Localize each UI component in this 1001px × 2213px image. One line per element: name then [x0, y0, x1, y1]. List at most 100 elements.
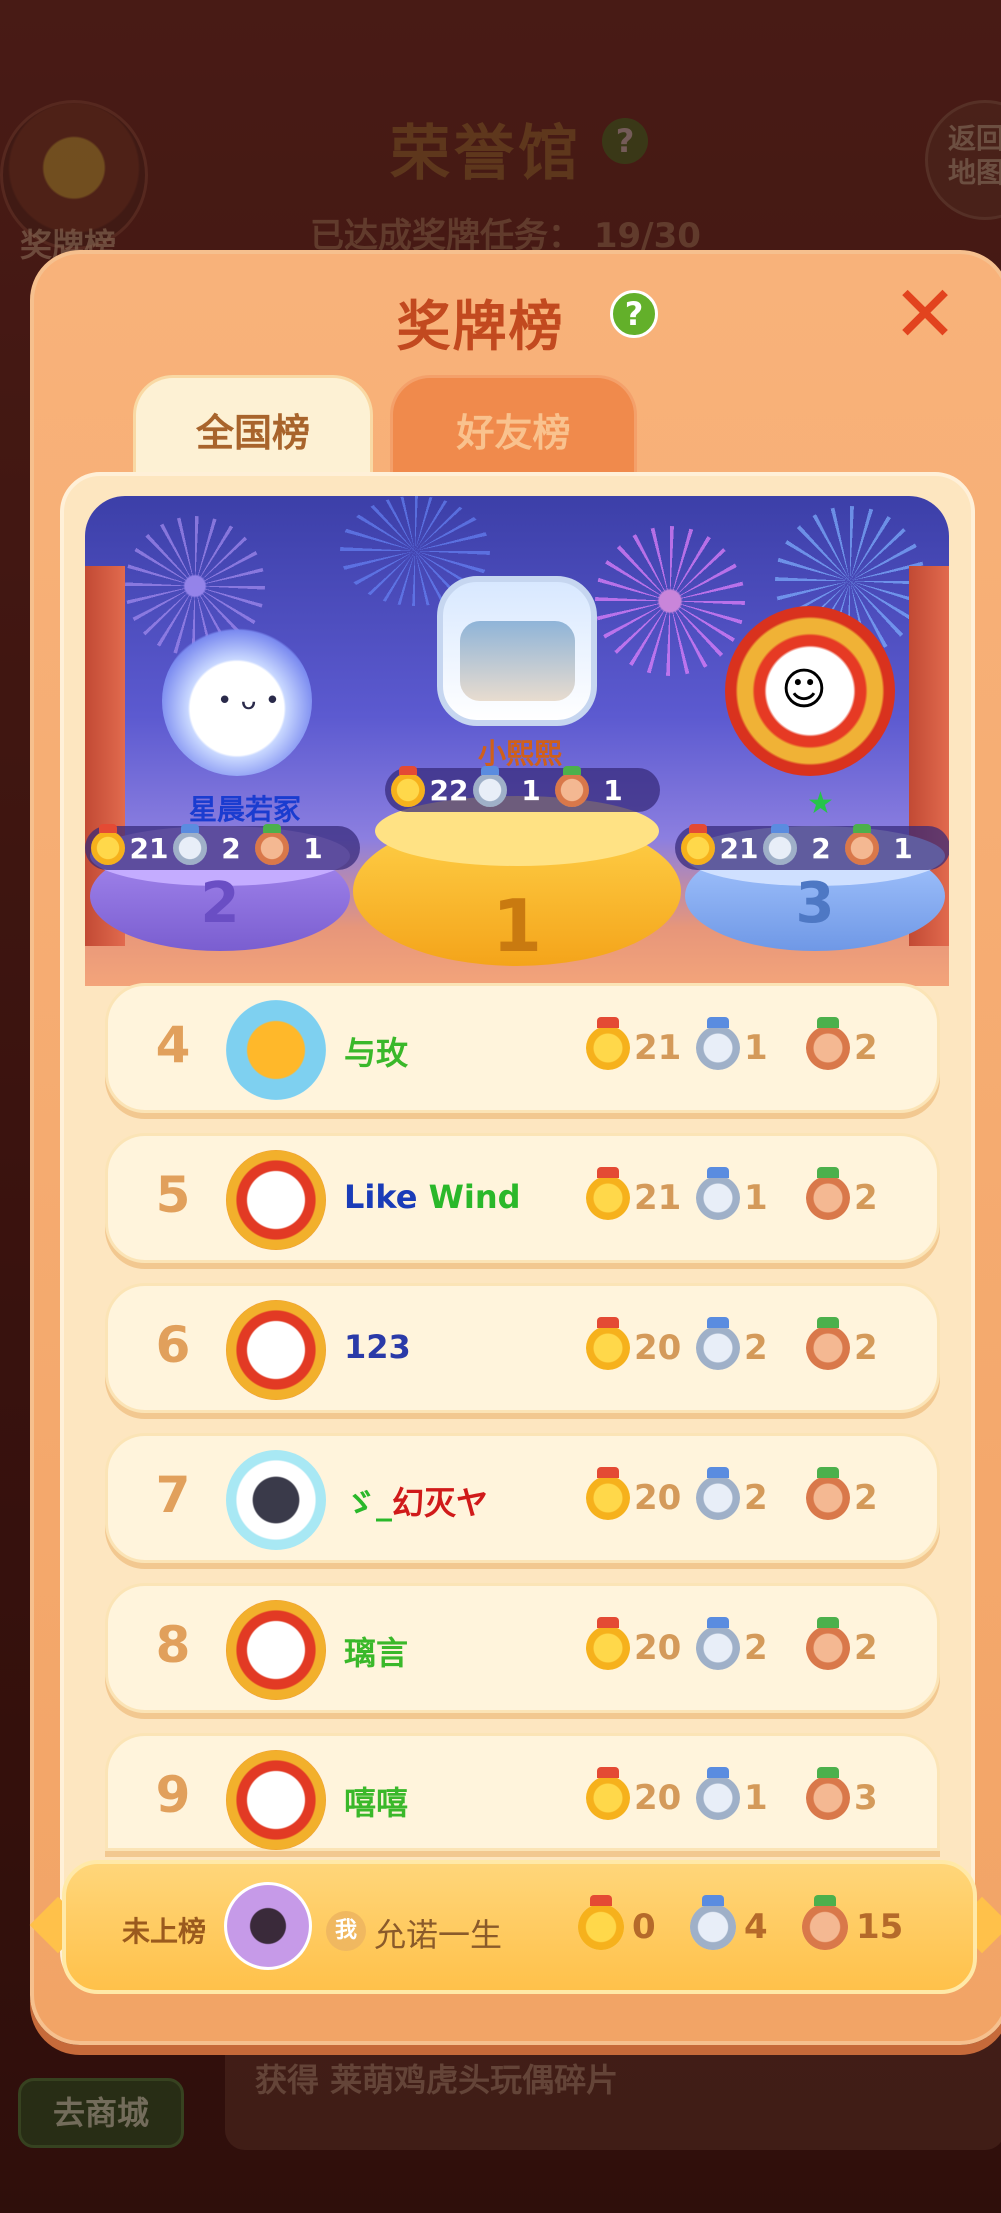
bronze-count: 1 [303, 831, 323, 865]
silver-medal-icon [696, 1317, 740, 1370]
rank-number: 8 [155, 1616, 191, 1674]
rank-number: 9 [155, 1766, 191, 1824]
avatar-rank-2[interactable]: • ᴗ • [162, 626, 312, 776]
gold-count: 21 [634, 1028, 682, 1068]
bronze-medal-icon [845, 824, 879, 865]
player-name: 璃言 [344, 1634, 409, 1672]
silver-count: 2 [221, 831, 241, 865]
bronze-count: 2 [854, 1628, 878, 1668]
bronze-medal-icon [802, 1895, 848, 1950]
gold-count: 21 [129, 831, 169, 865]
avatar[interactable] [226, 1150, 326, 1250]
silver-count: 2 [744, 1478, 768, 1518]
gold-count: 20 [634, 1778, 682, 1818]
silver-medal-icon [763, 824, 797, 865]
podium-name-1: 小熙熙 [477, 737, 562, 770]
firework-decoration [595, 526, 745, 676]
silver-medal-icon [696, 1167, 740, 1220]
my-name: 允诺一生 [374, 1916, 503, 1954]
silver-count: 1 [744, 1778, 768, 1818]
list-item[interactable]: 5 Like Wind 21 1 2 [105, 1133, 940, 1263]
player-name-part: ゞ_ [344, 1484, 393, 1522]
tab-national[interactable]: 全国榜 [133, 375, 373, 475]
star-icon: ★ [807, 786, 834, 821]
medal-counts: 21 1 2 [586, 1167, 916, 1220]
list-item[interactable]: 7 ゞ_幻灭ヤ 20 2 2 [105, 1433, 940, 1563]
my-avatar[interactable] [224, 1882, 312, 1970]
list-item[interactable]: 8 璃言 20 2 2 [105, 1583, 940, 1713]
silver-count: 4 [744, 1907, 768, 1947]
gold-count: 20 [634, 1328, 682, 1368]
avatar[interactable] [226, 1300, 326, 1400]
bronze-count: 1 [603, 773, 623, 807]
avatar[interactable] [226, 1000, 326, 1100]
my-rank-label: 未上榜 [122, 1915, 207, 1948]
silver-medal-icon [696, 1017, 740, 1070]
close-button[interactable]: ✕ [890, 276, 960, 354]
podium: 2 1 3 • ᴗ • ☺ ★ 星晨若冢 小熙熙 21 2 1 22 1 1 2… [85, 496, 949, 986]
silver-count: 2 [744, 1328, 768, 1368]
gold-medal-icon [391, 766, 425, 807]
silver-count: 1 [744, 1178, 768, 1218]
medal-counts: 20 2 2 [586, 1467, 916, 1520]
bronze-count: 2 [854, 1478, 878, 1518]
list-item[interactable]: 9 嘻嘻 20 1 3 [105, 1733, 940, 1851]
bronze-medal-icon [806, 1617, 850, 1670]
bronze-count: 2 [854, 1328, 878, 1368]
avatar[interactable] [226, 1450, 326, 1550]
tab-friends[interactable]: 好友榜 [390, 375, 637, 475]
silver-count: 2 [811, 831, 831, 865]
list-item[interactable]: 6 123 20 2 2 [105, 1283, 940, 1413]
gold-medal-icon [586, 1467, 630, 1520]
medal-counts: 20 2 2 [586, 1617, 916, 1670]
silver-medal-icon [696, 1467, 740, 1520]
bronze-count: 2 [854, 1028, 878, 1068]
luffy-face-icon: ☺ [781, 664, 827, 715]
silver-count: 2 [744, 1628, 768, 1668]
gold-count: 20 [634, 1478, 682, 1518]
rank-number: 5 [155, 1166, 191, 1224]
bronze-count: 2 [854, 1178, 878, 1218]
ghost-face-icon: • ᴗ • [217, 686, 281, 716]
player-name-part: 幻灭ヤ [392, 1484, 489, 1522]
player-name-part: Like [344, 1178, 418, 1216]
silver-medal-icon [173, 824, 207, 865]
podium-rank-2: 2 [200, 871, 240, 936]
medal-counts: 20 1 3 [586, 1767, 916, 1820]
my-medal-counts: 0 4 15 [578, 1895, 914, 1950]
help-icon[interactable]: ? [610, 290, 658, 338]
gold-medal-icon [91, 824, 125, 865]
avatar[interactable] [226, 1600, 326, 1700]
player-name-part: Wind [428, 1178, 521, 1216]
avatar-rank-3[interactable]: ☺ [725, 606, 895, 776]
me-badge: 我 [326, 1911, 366, 1951]
gold-medal-icon [681, 824, 715, 865]
podium-rank-1: 1 [491, 884, 543, 968]
gold-medal-icon [586, 1167, 630, 1220]
gold-count: 0 [632, 1907, 656, 1947]
gold-count: 21 [719, 831, 759, 865]
rank-number: 6 [155, 1316, 191, 1374]
bronze-medal-icon [806, 1317, 850, 1370]
bronze-medal-icon [555, 766, 589, 807]
list-item[interactable]: 4 与玫 21 1 2 [105, 983, 940, 1113]
bronze-medal-icon [255, 824, 289, 865]
podium-medals-3: 21 2 1 [675, 824, 949, 870]
avatar[interactable] [226, 1750, 326, 1850]
podium-rank-3: 3 [795, 871, 835, 936]
silver-medal-icon [690, 1895, 736, 1950]
player-name: 123 [344, 1328, 411, 1366]
gold-count: 21 [634, 1178, 682, 1218]
gold-count: 22 [429, 773, 469, 807]
gold-medal-icon [586, 1617, 630, 1670]
medal-counts: 21 1 2 [586, 1017, 916, 1070]
player-name: Like Wind [344, 1178, 521, 1216]
silver-medal-icon [473, 766, 507, 807]
rank-number: 7 [155, 1466, 191, 1524]
bronze-medal-icon [806, 1017, 850, 1070]
avatar-rank-1-photo [460, 621, 575, 701]
silver-medal-icon [696, 1617, 740, 1670]
bronze-count: 1 [893, 831, 913, 865]
podium-medals-1: 22 1 1 [385, 766, 660, 812]
podium-name-2: 星晨若冢 [188, 793, 301, 826]
